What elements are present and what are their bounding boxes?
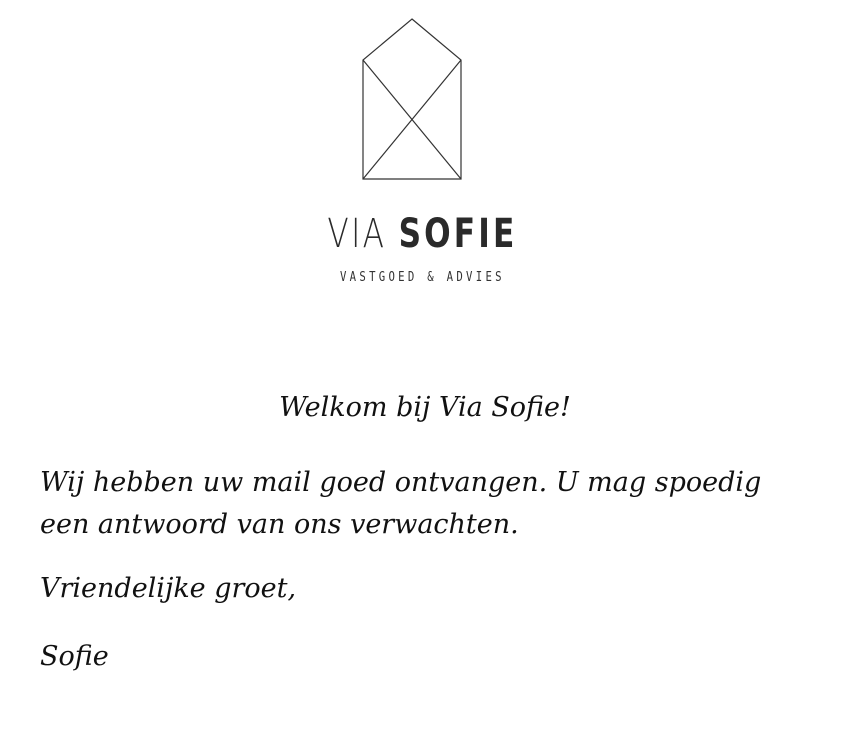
brand-name-bold: SOFIE [398, 211, 518, 257]
brand-name: VIA SOFIE [93, 210, 752, 258]
confirmation-text: Wij hebben uw mail goed ontvangen. U mag… [40, 467, 762, 540]
welcome-heading: Welkom bij Via Sofie! [279, 392, 571, 423]
signature-text: Sofie [40, 641, 109, 672]
logo: VIA SOFIE VASTGOED & ADVIES [0, 0, 845, 300]
greeting-text: Vriendelijke groet, [40, 573, 297, 604]
message-body: Welkom bij Via Sofie! Wij hebben uw mail… [40, 378, 810, 678]
brand-name-thin: VIA [327, 211, 387, 257]
house-outline-icon [362, 18, 462, 180]
brand-tagline: VASTGOED & ADVIES [339, 270, 505, 285]
